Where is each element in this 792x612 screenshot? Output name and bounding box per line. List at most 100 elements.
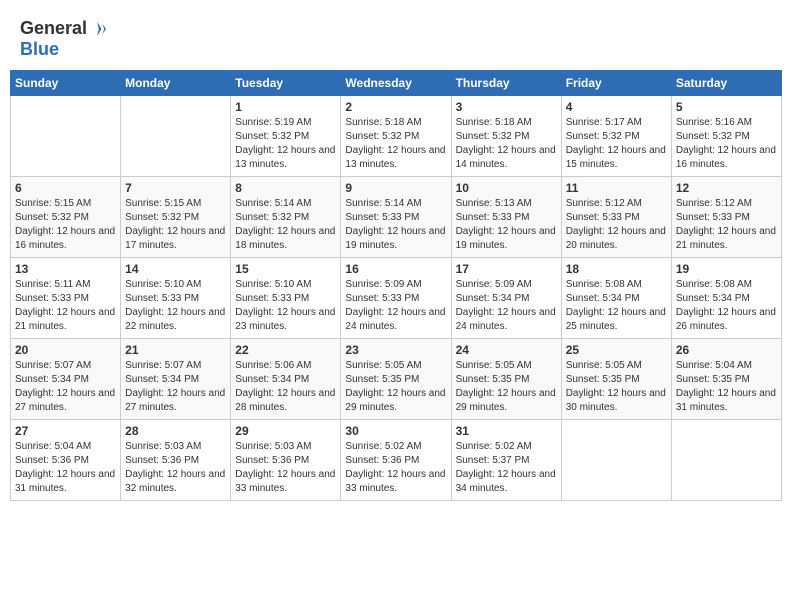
cell-content: Sunrise: 5:06 AM Sunset: 5:34 PM Dayligh… bbox=[235, 359, 336, 415]
day-cell: 7Sunrise: 5:15 AM Sunset: 5:32 PM Daylig… bbox=[121, 177, 231, 258]
day-cell: 14 Sunrise: 5:10 AM Sunset: 5:33 PM Dayli… bbox=[121, 258, 231, 339]
day-number: 13 bbox=[15, 262, 116, 276]
day-cell bbox=[11, 96, 121, 177]
day-number: 10 bbox=[456, 181, 557, 195]
day-number: 22 bbox=[235, 343, 336, 357]
day-number: 27 bbox=[15, 424, 116, 438]
logo: General Blue bbox=[20, 18, 106, 60]
day-number: 28 bbox=[125, 424, 226, 438]
cell-content: Sunrise: 5:05 AM Sunset: 5:35 PM Dayligh… bbox=[345, 359, 446, 415]
cell-content: Sunrise: 5:07 AM Sunset: 5:34 PM Dayligh… bbox=[15, 359, 116, 415]
day-number: 20 bbox=[15, 343, 116, 357]
day-cell: 8 Sunrise: 5:14 AM Sunset: 5:32 PM Daylig… bbox=[231, 177, 341, 258]
week-row-5: 27 Sunrise: 5:04 AM Sunset: 5:36 PM Dayli… bbox=[11, 420, 782, 501]
day-cell: 23 Sunrise: 5:05 AM Sunset: 5:35 PM Dayli… bbox=[341, 339, 451, 420]
day-cell: 5Sunrise: 5:16 AM Sunset: 5:32 PM Daylig… bbox=[671, 96, 781, 177]
day-number: 16 bbox=[345, 262, 446, 276]
day-number: 19 bbox=[676, 262, 777, 276]
day-cell: 4 Sunrise: 5:17 AM Sunset: 5:32 PM Daylig… bbox=[561, 96, 671, 177]
day-number: 25 bbox=[566, 343, 667, 357]
day-cell: 26 Sunrise: 5:04 AM Sunset: 5:35 PM Dayli… bbox=[671, 339, 781, 420]
cell-content: Sunrise: 5:15 AM Sunset: 5:32 PM Dayligh… bbox=[125, 197, 226, 253]
calendar-table: SundayMondayTuesdayWednesdayThursdayFrid… bbox=[10, 70, 782, 501]
day-number: 14 bbox=[125, 262, 226, 276]
cell-content: Sunrise: 5:09 AM Sunset: 5:34 PM Dayligh… bbox=[456, 278, 557, 334]
day-number: 30 bbox=[345, 424, 446, 438]
day-number: 23 bbox=[345, 343, 446, 357]
header-wednesday: Wednesday bbox=[341, 71, 451, 96]
day-cell: 28 Sunrise: 5:03 AM Sunset: 5:36 PM Dayli… bbox=[121, 420, 231, 501]
day-cell: 20 Sunrise: 5:07 AM Sunset: 5:34 PM Dayli… bbox=[11, 339, 121, 420]
logo-icon bbox=[88, 20, 106, 38]
cell-content: Sunrise: 5:02 AM Sunset: 5:36 PM Dayligh… bbox=[345, 440, 446, 496]
header-sunday: Sunday bbox=[11, 71, 121, 96]
day-cell: 9Sunrise: 5:14 AM Sunset: 5:33 PM Daylig… bbox=[341, 177, 451, 258]
cell-content: Sunrise: 5:08 AM Sunset: 5:34 PM Dayligh… bbox=[566, 278, 667, 334]
cell-content: Sunrise: 5:12 AM Sunset: 5:33 PM Dayligh… bbox=[566, 197, 667, 253]
day-cell: 15Sunrise: 5:10 AM Sunset: 5:33 PM Dayli… bbox=[231, 258, 341, 339]
cell-content: Sunrise: 5:12 AM Sunset: 5:33 PM Dayligh… bbox=[676, 197, 777, 253]
day-number: 31 bbox=[456, 424, 557, 438]
cell-content: Sunrise: 5:09 AM Sunset: 5:33 PM Dayligh… bbox=[345, 278, 446, 334]
day-number: 12 bbox=[676, 181, 777, 195]
week-row-3: 13 Sunrise: 5:11 AM Sunset: 5:33 PM Dayli… bbox=[11, 258, 782, 339]
day-cell: 10 Sunrise: 5:13 AM Sunset: 5:33 PM Dayli… bbox=[451, 177, 561, 258]
cell-content: Sunrise: 5:19 AM Sunset: 5:32 PM Dayligh… bbox=[235, 116, 336, 172]
cell-content: Sunrise: 5:04 AM Sunset: 5:36 PM Dayligh… bbox=[15, 440, 116, 496]
day-cell: 24Sunrise: 5:05 AM Sunset: 5:35 PM Dayli… bbox=[451, 339, 561, 420]
day-cell: 29 Sunrise: 5:03 AM Sunset: 5:36 PM Dayli… bbox=[231, 420, 341, 501]
day-cell: 13 Sunrise: 5:11 AM Sunset: 5:33 PM Dayli… bbox=[11, 258, 121, 339]
header-tuesday: Tuesday bbox=[231, 71, 341, 96]
week-row-4: 20 Sunrise: 5:07 AM Sunset: 5:34 PM Dayli… bbox=[11, 339, 782, 420]
day-number: 3 bbox=[456, 100, 557, 114]
cell-content: Sunrise: 5:13 AM Sunset: 5:33 PM Dayligh… bbox=[456, 197, 557, 253]
cell-content: Sunrise: 5:03 AM Sunset: 5:36 PM Dayligh… bbox=[235, 440, 336, 496]
day-cell bbox=[121, 96, 231, 177]
day-cell: 11 Sunrise: 5:12 AM Sunset: 5:33 PM Dayli… bbox=[561, 177, 671, 258]
day-cell: 17Sunrise: 5:09 AM Sunset: 5:34 PM Dayli… bbox=[451, 258, 561, 339]
day-cell: 1 Sunrise: 5:19 AM Sunset: 5:32 PM Daylig… bbox=[231, 96, 341, 177]
day-cell: 6 Sunrise: 5:15 AM Sunset: 5:32 PM Daylig… bbox=[11, 177, 121, 258]
cell-content: Sunrise: 5:10 AM Sunset: 5:33 PM Dayligh… bbox=[125, 278, 226, 334]
calendar-header-row: SundayMondayTuesdayWednesdayThursdayFrid… bbox=[11, 71, 782, 96]
day-cell bbox=[561, 420, 671, 501]
header-monday: Monday bbox=[121, 71, 231, 96]
week-row-2: 6 Sunrise: 5:15 AM Sunset: 5:32 PM Daylig… bbox=[11, 177, 782, 258]
cell-content: Sunrise: 5:08 AM Sunset: 5:34 PM Dayligh… bbox=[676, 278, 777, 334]
day-cell: 2Sunrise: 5:18 AM Sunset: 5:32 PM Daylig… bbox=[341, 96, 451, 177]
logo-blue-text: Blue bbox=[20, 39, 106, 60]
day-cell: 27 Sunrise: 5:04 AM Sunset: 5:36 PM Dayli… bbox=[11, 420, 121, 501]
cell-content: Sunrise: 5:15 AM Sunset: 5:32 PM Dayligh… bbox=[15, 197, 116, 253]
day-number: 18 bbox=[566, 262, 667, 276]
day-cell: 25Sunrise: 5:05 AM Sunset: 5:35 PM Dayli… bbox=[561, 339, 671, 420]
day-number: 11 bbox=[566, 181, 667, 195]
cell-content: Sunrise: 5:04 AM Sunset: 5:35 PM Dayligh… bbox=[676, 359, 777, 415]
day-number: 8 bbox=[235, 181, 336, 195]
day-number: 4 bbox=[566, 100, 667, 114]
cell-content: Sunrise: 5:11 AM Sunset: 5:33 PM Dayligh… bbox=[15, 278, 116, 334]
cell-content: Sunrise: 5:03 AM Sunset: 5:36 PM Dayligh… bbox=[125, 440, 226, 496]
header-saturday: Saturday bbox=[671, 71, 781, 96]
day-cell: 22 Sunrise: 5:06 AM Sunset: 5:34 PM Dayli… bbox=[231, 339, 341, 420]
cell-content: Sunrise: 5:14 AM Sunset: 5:32 PM Dayligh… bbox=[235, 197, 336, 253]
cell-content: Sunrise: 5:18 AM Sunset: 5:32 PM Dayligh… bbox=[456, 116, 557, 172]
day-cell: 21Sunrise: 5:07 AM Sunset: 5:34 PM Dayli… bbox=[121, 339, 231, 420]
cell-content: Sunrise: 5:02 AM Sunset: 5:37 PM Dayligh… bbox=[456, 440, 557, 496]
week-row-1: 1 Sunrise: 5:19 AM Sunset: 5:32 PM Daylig… bbox=[11, 96, 782, 177]
day-cell: 12 Sunrise: 5:12 AM Sunset: 5:33 PM Dayli… bbox=[671, 177, 781, 258]
cell-content: Sunrise: 5:17 AM Sunset: 5:32 PM Dayligh… bbox=[566, 116, 667, 172]
cell-content: Sunrise: 5:16 AM Sunset: 5:32 PM Dayligh… bbox=[676, 116, 777, 172]
day-number: 29 bbox=[235, 424, 336, 438]
cell-content: Sunrise: 5:07 AM Sunset: 5:34 PM Dayligh… bbox=[125, 359, 226, 415]
day-cell: 30 Sunrise: 5:02 AM Sunset: 5:36 PM Dayli… bbox=[341, 420, 451, 501]
cell-content: Sunrise: 5:14 AM Sunset: 5:33 PM Dayligh… bbox=[345, 197, 446, 253]
day-number: 6 bbox=[15, 181, 116, 195]
logo-general-text: General bbox=[20, 18, 87, 39]
day-cell: 16 Sunrise: 5:09 AM Sunset: 5:33 PM Dayli… bbox=[341, 258, 451, 339]
day-number: 1 bbox=[235, 100, 336, 114]
day-cell: 3 Sunrise: 5:18 AM Sunset: 5:32 PM Daylig… bbox=[451, 96, 561, 177]
day-cell: 19 Sunrise: 5:08 AM Sunset: 5:34 PM Dayli… bbox=[671, 258, 781, 339]
day-number: 2 bbox=[345, 100, 446, 114]
header-thursday: Thursday bbox=[451, 71, 561, 96]
day-number: 26 bbox=[676, 343, 777, 357]
